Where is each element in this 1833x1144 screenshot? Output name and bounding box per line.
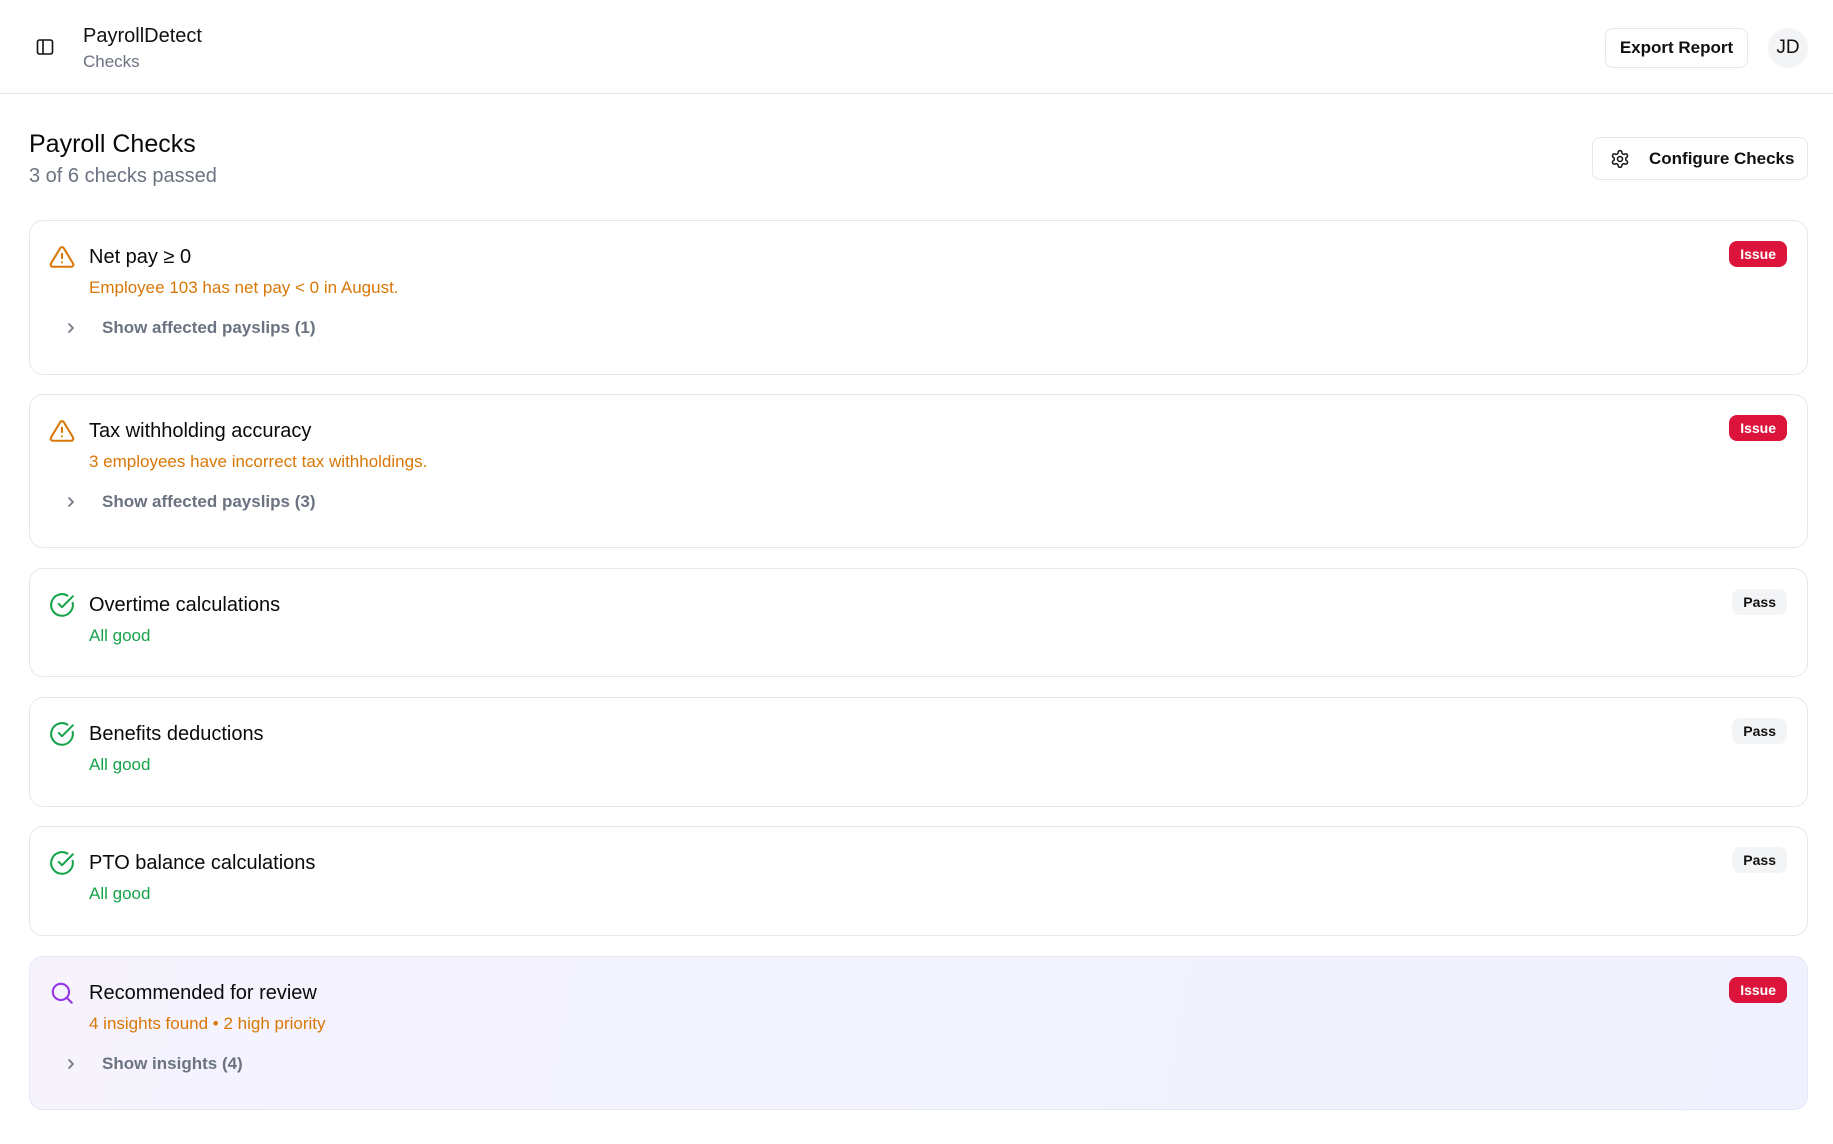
check-title: Recommended for review [89, 982, 317, 1004]
show-affected-payslips-toggle[interactable]: Show affected payslips (3) [64, 489, 316, 515]
chevron-right-icon [64, 1057, 78, 1071]
warning-icon [49, 244, 75, 270]
check-message: 4 insights found • 2 high priority [89, 1014, 326, 1033]
sidebar-panel-icon [36, 39, 54, 55]
check-message: Employee 103 has net pay < 0 in August. [89, 278, 399, 297]
page-subtitle: 3 of 6 checks passed [29, 165, 217, 187]
check-message: All good [89, 884, 151, 903]
app-name: PayrollDetect [83, 25, 202, 47]
check-message: All good [89, 755, 151, 774]
check-title: Benefits deductions [89, 723, 264, 745]
check-circle-icon [49, 721, 75, 747]
expander-label: Show insights (4) [102, 1054, 243, 1073]
breadcrumb-section: Checks [83, 52, 140, 71]
show-affected-payslips-toggle[interactable]: Show affected payslips (1) [64, 315, 316, 341]
check-card-tax-withholding: Tax withholding accuracy 3 employees hav… [29, 394, 1808, 548]
check-title: Overtime calculations [89, 594, 281, 616]
check-card-recommended-review: Recommended for review 4 insights found … [29, 956, 1808, 1110]
check-card-net-pay: Net pay ≥ 0 Employee 103 has net pay < 0… [29, 220, 1808, 375]
gear-icon [1609, 148, 1631, 170]
export-report-button[interactable]: Export Report [1605, 28, 1748, 68]
show-insights-toggle[interactable]: Show insights (4) [64, 1051, 243, 1077]
top-bar: PayrollDetect Checks Export Report JD [0, 0, 1833, 94]
brand: PayrollDetect Checks [83, 24, 202, 72]
expander-label: Show affected payslips (1) [102, 318, 316, 337]
status-badge: Pass [1732, 847, 1787, 873]
check-card-pto: PTO balance calculations All good Pass [29, 826, 1808, 936]
check-title: PTO balance calculations [89, 852, 316, 874]
configure-checks-button[interactable]: Configure Checks [1592, 137, 1808, 180]
avatar[interactable]: JD [1768, 28, 1808, 68]
page-title: Payroll Checks [29, 130, 196, 158]
warning-icon [49, 418, 75, 444]
check-title: Net pay ≥ 0 [89, 246, 192, 268]
status-badge: Pass [1732, 718, 1787, 744]
status-badge: Pass [1732, 589, 1787, 615]
check-message: All good [89, 626, 151, 645]
check-message: 3 employees have incorrect tax withholdi… [89, 452, 428, 471]
check-card-benefits: Benefits deductions All good Pass [29, 697, 1808, 807]
check-title: Tax withholding accuracy [89, 420, 312, 442]
check-card-overtime: Overtime calculations All good Pass [29, 568, 1808, 677]
configure-checks-label: Configure Checks [1649, 148, 1795, 168]
check-circle-icon [49, 850, 75, 876]
chevron-right-icon [64, 495, 78, 509]
check-circle-icon [49, 592, 75, 618]
status-badge: Issue [1729, 241, 1787, 267]
status-badge: Issue [1729, 415, 1787, 441]
expander-label: Show affected payslips (3) [102, 492, 316, 511]
chevron-right-icon [64, 321, 78, 335]
status-badge: Issue [1729, 977, 1787, 1003]
sidebar-toggle-button[interactable] [34, 36, 56, 58]
search-icon [49, 980, 75, 1006]
